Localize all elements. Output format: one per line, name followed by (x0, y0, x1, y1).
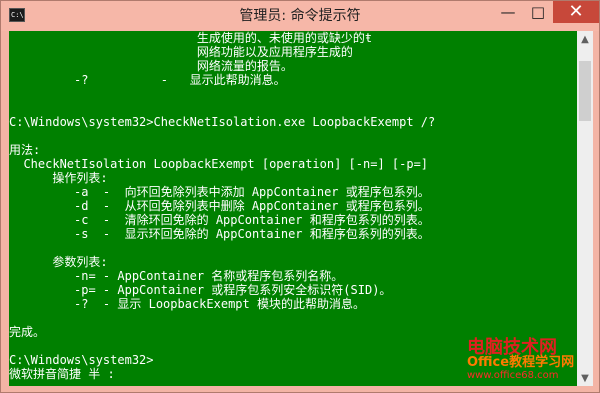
vertical-scrollbar[interactable]: ▲ ▼ (577, 31, 593, 386)
title-bar[interactable]: C:\ 管理员: 命令提示符 — □ ✕ (1, 1, 599, 31)
console-line: 操作列表: (9, 171, 108, 185)
console-line: -? - 显示此帮助消息。 (9, 73, 286, 87)
maximize-button[interactable]: □ (523, 1, 553, 23)
scrollbar-thumb[interactable] (579, 61, 591, 121)
console-line: 完成。 (9, 325, 46, 339)
console-line: -? - 显示 LoopbackExempt 模块的此帮助消息。 (9, 297, 365, 311)
console-line: 微软拼音简捷 半 : (9, 367, 115, 381)
watermark-url: www.office68.com (467, 370, 559, 381)
console-line: -s - 显示环回免除的 AppContainer 和程序包系列的列表。 (9, 227, 430, 241)
console-line: 网络功能以及应用程序生成的 (9, 45, 353, 59)
console-line: C:\Windows\system32>CheckNetIsolation.ex… (9, 115, 436, 129)
console-line: CheckNetIsolation LoopbackExempt [operat… (9, 157, 429, 171)
console-line: -p= - AppContainer 或程序包系列安全标识符(SID)。 (9, 283, 392, 297)
minimize-button[interactable]: — (493, 1, 523, 23)
window-controls: — □ ✕ (493, 1, 599, 23)
console-line: -n= - AppContainer 名称或程序包系列名称。 (9, 269, 344, 283)
console-line: 参数列表: (9, 255, 108, 269)
console-line: -d - 从环回免除列表中删除 AppContainer 或程序包系列。 (9, 199, 430, 213)
close-button[interactable]: ✕ (553, 1, 599, 23)
console-line: 用法: (9, 143, 41, 157)
command-prompt-window: C:\ 管理员: 命令提示符 — □ ✕ 生成使用的、未使用的或缺少的ŧ 网络功… (0, 0, 600, 393)
watermark-logo: 电脑技术网 Office教程学习网 www.office68.com (467, 338, 593, 386)
console-line: -a - 向环回免除列表中添加 AppContainer 或程序包系列。 (9, 185, 430, 199)
console-output[interactable]: 生成使用的、未使用的或缺少的ŧ 网络功能以及应用程序生成的 网络流量的报告。 -… (9, 31, 577, 386)
console-line: 网络流量的报告。 (9, 59, 293, 73)
console-line: C:\Windows\system32> (9, 353, 154, 367)
console-line: -c - 清除环回免除的 AppContainer 和程序包系列的列表。 (9, 213, 430, 227)
watermark-line2: Office教程学习网 (467, 355, 575, 370)
scroll-up-arrow-icon[interactable]: ▲ (577, 31, 593, 47)
console-line: 生成使用的、未使用的或缺少的ŧ (9, 31, 373, 45)
